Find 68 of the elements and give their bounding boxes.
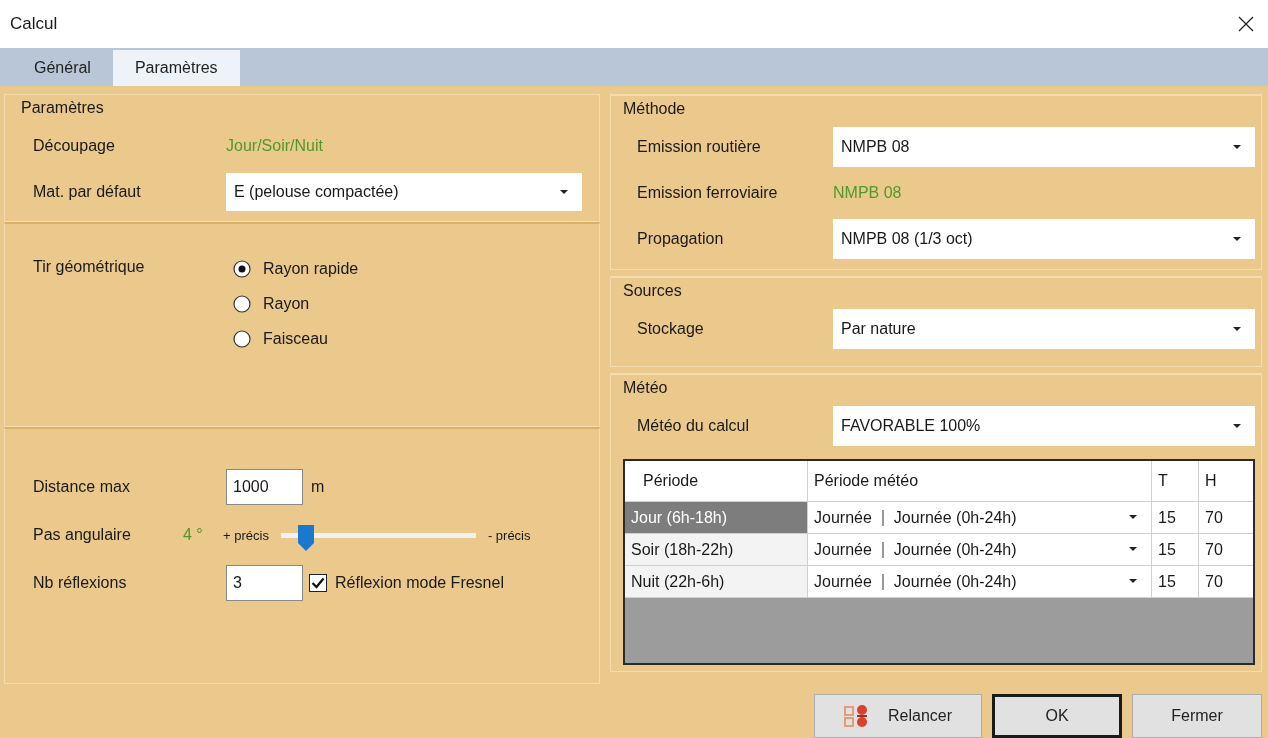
field-label: Découpage (33, 137, 116, 155)
table-cell: 15 (1152, 566, 1199, 597)
table-cell-text: 70 (1204, 571, 1224, 592)
field-label: Mat. par défaut (33, 183, 142, 201)
radio-label: Rayon rapide (263, 260, 359, 279)
field-label: Tir géométrique (33, 258, 146, 278)
slider-max-label: - précis (487, 527, 531, 543)
radio-button[interactable] (233, 295, 251, 314)
caret-icon (1233, 145, 1241, 149)
input-field[interactable]: 3 (226, 565, 303, 602)
dropdown[interactable]: FAVORABLE 100% (833, 406, 1255, 446)
table-cell-text: 70 (1204, 507, 1224, 528)
caret-icon (1233, 326, 1241, 331)
dropdown[interactable]: NMPB 08 (833, 127, 1255, 167)
field-label: Stockage (637, 319, 705, 338)
field-label: Nb réflexions (33, 574, 128, 593)
field-label: Météo du calcul (637, 417, 751, 435)
field-value: 4 ° (183, 526, 204, 545)
dialog-button[interactable]: Relancer (814, 694, 982, 738)
radio-button[interactable] (233, 260, 251, 279)
unit-label: m (311, 478, 325, 497)
close-icon[interactable] (1238, 16, 1254, 32)
column-header[interactable]: T (1152, 461, 1199, 501)
dropdown-cell[interactable]: Journée Journée (0h-24h) (808, 566, 1152, 597)
slider-min-label: + précis (223, 527, 269, 543)
table-cell: 15 (1152, 534, 1199, 565)
checkbox[interactable] (309, 574, 327, 593)
dropdown-cell[interactable]: Journée Journée (0h-24h) (808, 502, 1152, 533)
field-label: Emission routière (637, 138, 762, 156)
field-label: Pas angulaire (33, 526, 132, 545)
group-title: Météo (623, 379, 668, 397)
field-label: Emission ferroviaire (637, 184, 779, 202)
slider-thumb[interactable] (298, 524, 315, 551)
caret-icon (1129, 515, 1137, 519)
tab[interactable]: Général (12, 50, 113, 86)
group-title: Paramètres (21, 99, 104, 117)
dialog-button[interactable]: OK (992, 694, 1122, 738)
caret-icon (1129, 579, 1137, 583)
table-cell: 15 (1152, 502, 1199, 533)
dropdown[interactable]: NMPB 08 (1/3 oct) (833, 219, 1255, 259)
table-cell[interactable]: Nuit (22h-6h) (625, 566, 808, 597)
column-header[interactable]: Période (625, 461, 808, 501)
checkbox-label: Réflexion mode Fresnel (335, 574, 504, 593)
window-title: Calcul (10, 14, 58, 34)
input-field[interactable]: 1000 (226, 469, 303, 506)
table-cell[interactable]: Soir (18h-22h) (625, 534, 808, 565)
table-cell-text: 70 (1204, 539, 1224, 560)
field-label: Distance max (33, 478, 131, 497)
dialog-button[interactable]: Fermer (1132, 694, 1262, 738)
radio-button[interactable] (233, 330, 251, 349)
table-cell[interactable]: Jour (6h-18h) (625, 502, 808, 533)
group-title: Méthode (623, 100, 686, 118)
column-header[interactable]: Période météo (808, 461, 1152, 501)
caret-icon (1233, 424, 1241, 428)
field-value: Jour/Soir/Nuit (226, 137, 323, 155)
column-header[interactable]: H (1199, 461, 1253, 501)
radio-label: Rayon (263, 295, 310, 314)
dropdown[interactable]: E (pelouse compactée) (226, 173, 582, 211)
radio-label: Faisceau (263, 330, 328, 349)
caret-icon (1233, 237, 1241, 241)
dropdown[interactable]: Par nature (833, 308, 1255, 349)
group-title: Sources (623, 281, 682, 300)
tab[interactable]: Paramètres (112, 50, 240, 86)
dropdown-cell[interactable]: Journée Journée (0h-24h) (808, 534, 1152, 565)
field-value: NMPB 08 (833, 184, 902, 202)
field-label: Propagation (637, 230, 725, 248)
caret-icon (1129, 547, 1137, 551)
caret-icon (560, 190, 568, 194)
